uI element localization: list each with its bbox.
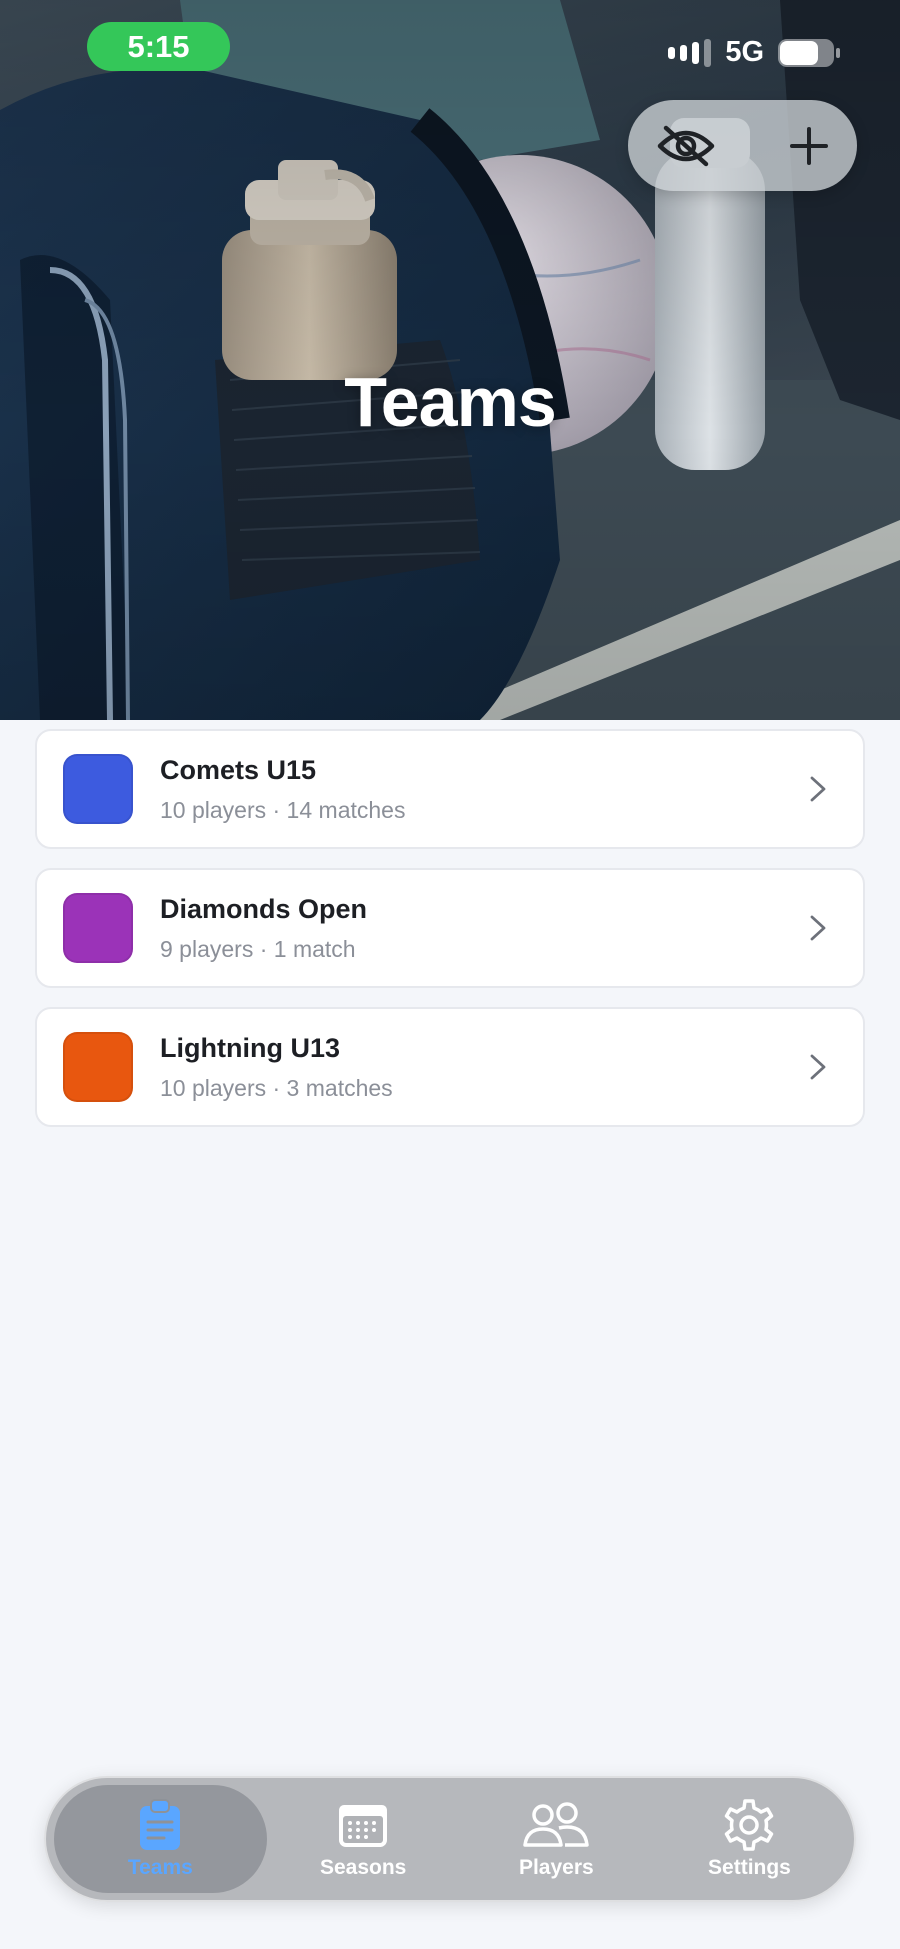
team-name: Lightning U13 [160,1033,340,1063]
team-row[interactable]: Diamonds Open 9 players · 1 match [35,868,865,988]
add-team-button[interactable] [789,126,829,166]
team-name: Diamonds Open [160,894,368,924]
chevron-right-icon [810,776,826,802]
team-info: Comets U15 10 players · 14 matches [160,754,807,824]
team-row[interactable]: Lightning U13 10 players · 3 matches [35,1007,865,1127]
battery-icon [778,38,840,67]
page-title: Teams [344,363,557,441]
tab-teams[interactable]: Teams [54,1785,267,1893]
calendar-icon [339,1805,388,1847]
team-meta: 9 players · 1 match [160,936,356,962]
tab-label: Settings [708,1856,791,1879]
tab-label: Seasons [319,1856,407,1879]
team-color-swatch [63,1032,133,1102]
people-icon [523,1802,590,1847]
team-name: Comets U15 [160,755,317,785]
clipboard-icon [140,1799,181,1850]
tab-players[interactable]: Players [460,1785,653,1893]
gear-icon [725,1799,774,1851]
team-info: Lightning U13 10 players · 3 matches [160,1032,807,1102]
tab-settings[interactable]: Settings [653,1785,846,1893]
signal-icon [668,38,712,67]
tab-seasons[interactable]: Seasons [267,1785,460,1893]
plus-icon [790,126,828,165]
team-color-swatch [63,754,133,824]
chevron-right-icon [810,915,826,941]
team-color-swatch [63,893,133,963]
tab-label: Players [518,1856,594,1879]
team-info: Diamonds Open 9 players · 1 match [160,893,807,963]
tab-label: Teams [127,1856,193,1879]
team-meta: 10 players · 3 matches [160,1075,393,1101]
tab-bar: Teams Seasons Players Settings [44,1776,856,1902]
team-list: Comets U15 10 players · 14 matches Diamo… [35,729,865,1146]
hide-button[interactable] [656,124,716,168]
team-row[interactable]: Comets U15 10 players · 14 matches [35,729,865,849]
team-meta: 10 players · 14 matches [160,797,406,823]
eye-slash-icon [657,125,715,166]
header-actions [628,100,857,191]
chevron-right-icon [810,1054,826,1080]
status-time: 5:15 [87,22,230,71]
status-indicators: 5G [668,36,840,69]
network-label: 5G [725,36,764,68]
